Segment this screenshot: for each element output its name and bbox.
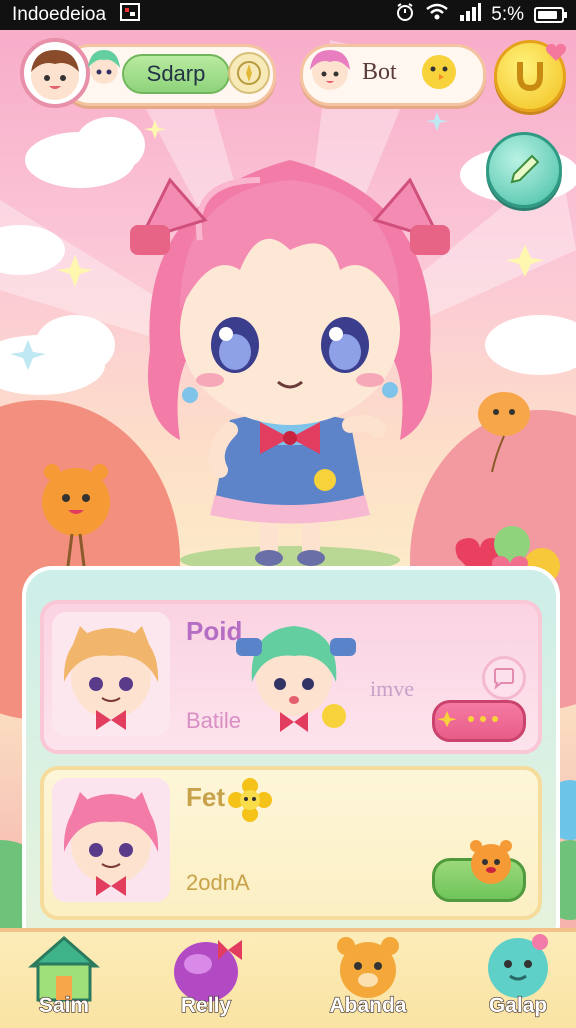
card-2-subtitle: 2odnA: [186, 870, 250, 895]
nav-item-gift[interactable]: Relly: [146, 932, 266, 1024]
chibi-girl-illustration: [130, 160, 450, 574]
card-1-green-hair-character: [234, 608, 358, 738]
friend-face-icon: [310, 50, 350, 90]
edit-button[interactable]: [486, 132, 562, 208]
house-icon: [28, 936, 100, 1002]
card-1-status: imve: [370, 676, 414, 701]
balloon-mascot: [472, 384, 536, 474]
notification-icon: [120, 3, 141, 27]
card-2-portrait: [52, 778, 170, 902]
battery-icon: [534, 7, 567, 23]
nav-label-gift: Relly: [180, 993, 232, 1017]
signal-icon: [459, 3, 482, 27]
heart-badge-icon: [544, 40, 568, 64]
card-1-portrait: [52, 612, 170, 736]
card-1-subtitle: Batile: [186, 708, 242, 733]
blonde-girl-portrait-icon: [63, 626, 159, 730]
friend-avatar[interactable]: [304, 44, 356, 96]
carrier-label: Indoedeioa: [12, 4, 107, 25]
gift-icon: [174, 940, 242, 1002]
stars-icon: [437, 711, 498, 727]
slime-icon: [488, 934, 548, 998]
card-2-title: Fet: [186, 782, 225, 812]
pink-girl-portrait-icon: [63, 792, 159, 896]
bear-icon: [337, 937, 399, 998]
orange-bear-icon: [466, 834, 516, 890]
main-character[interactable]: [110, 120, 470, 580]
battery-fill: [538, 11, 557, 19]
chat-bubble-icon[interactable]: [482, 656, 526, 700]
status-bar: Indoedeioa 5:%: [0, 0, 576, 30]
nav-label-home: Saim: [38, 993, 90, 1017]
wifi-icon: [425, 3, 449, 27]
pencil-icon: [510, 154, 540, 184]
player-name-label: Sdarp: [122, 54, 230, 94]
magnet-icon: [517, 62, 543, 92]
nav-item-home[interactable]: Saim: [4, 932, 124, 1024]
sun-flower-icon: [228, 778, 272, 822]
chick-icon: [418, 50, 460, 92]
green-hair-friend-icon: [84, 44, 124, 94]
nav-item-bear[interactable]: Abanda: [308, 932, 428, 1024]
nav-label-slime: Galap: [488, 993, 548, 1017]
player-avatar[interactable]: [20, 38, 90, 108]
battery-percentage: 5:%: [491, 4, 524, 25]
compass-icon[interactable]: [228, 52, 270, 94]
nav-item-slime[interactable]: Galap: [458, 932, 576, 1024]
orange-bear-mascot: [34, 458, 118, 568]
alarm-icon: [395, 2, 415, 28]
avatar-face-icon: [31, 50, 79, 100]
nav-label-bear: Abanda: [329, 993, 407, 1017]
card-1-action-button[interactable]: [432, 700, 526, 742]
